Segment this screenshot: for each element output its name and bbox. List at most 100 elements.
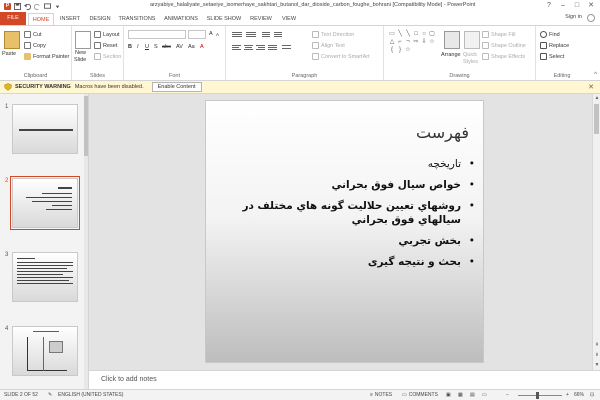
bold-button[interactable]: B bbox=[128, 44, 132, 50]
paste-button[interactable]: Paste bbox=[2, 51, 16, 57]
normal-view-icon[interactable]: ▣ bbox=[446, 392, 451, 398]
proofing-icon[interactable]: ✎ bbox=[48, 392, 52, 398]
brace-shape-icon-2[interactable]: } bbox=[396, 46, 404, 54]
enable-content-button[interactable]: Enable Content bbox=[151, 82, 202, 92]
slideshow-view-icon[interactable]: ▭ bbox=[482, 392, 487, 398]
slide-thumbnail-4[interactable] bbox=[12, 326, 78, 376]
italic-button[interactable]: I bbox=[137, 44, 139, 50]
line-shape-icon-2[interactable]: ╲ bbox=[404, 30, 412, 38]
zoom-slider[interactable] bbox=[518, 395, 562, 396]
shapes-gallery[interactable]: ▭ ╲ ╲ □ ○ ▢ △ ⌐ ¬ ⇨ ⇩ ☆ { } ☆ bbox=[388, 30, 438, 62]
slide-thumbnail-1[interactable] bbox=[12, 104, 78, 154]
replace-button[interactable]: Replace bbox=[540, 42, 569, 49]
select-button[interactable]: Select bbox=[540, 53, 564, 60]
slide-body-placeholder[interactable]: تاريخچه خواص سيال فوق بحراني روشهاي تعيي… bbox=[235, 157, 475, 276]
align-text-button[interactable]: Align Text bbox=[312, 42, 345, 49]
arrow-down-shape-icon[interactable]: ⇩ bbox=[420, 38, 428, 46]
arrange-button[interactable]: Arrange bbox=[441, 52, 461, 58]
underline-button[interactable]: U bbox=[145, 44, 149, 50]
brace-shape-icon[interactable]: { bbox=[388, 46, 396, 54]
reading-view-icon[interactable]: ▤ bbox=[470, 392, 475, 398]
quick-styles-icon[interactable] bbox=[464, 31, 480, 49]
sign-in-link[interactable]: Sign in bbox=[565, 14, 582, 20]
slide-thumbnail-2[interactable] bbox=[10, 176, 80, 230]
powerpoint-app-icon[interactable]: P bbox=[4, 2, 11, 10]
font-name-field[interactable] bbox=[128, 30, 186, 39]
minimize-button[interactable]: – bbox=[556, 0, 570, 11]
triangle-shape-icon[interactable]: △ bbox=[388, 38, 396, 46]
star-shape-icon-2[interactable]: ☆ bbox=[404, 46, 412, 54]
notes-placeholder[interactable]: Click to add notes bbox=[101, 376, 157, 383]
maximize-button[interactable]: □ bbox=[570, 0, 584, 11]
find-button[interactable]: Find bbox=[540, 31, 560, 38]
current-slide[interactable]: فهرست تاريخچه خواص سيال فوق بحراني روشها… bbox=[205, 100, 484, 363]
zoom-slider-knob[interactable] bbox=[536, 392, 539, 399]
zoom-level[interactable]: 66% bbox=[574, 392, 584, 398]
notes-pane[interactable]: Click to add notes bbox=[89, 370, 600, 389]
format-painter-button[interactable]: Format Painter bbox=[24, 53, 69, 60]
fit-slide-icon[interactable]: ⊡ bbox=[590, 392, 594, 398]
tab-home[interactable]: HOME bbox=[28, 13, 54, 25]
language-indicator[interactable]: ENGLISH (UNITED STATES) bbox=[58, 392, 123, 398]
paragraph-format-icons[interactable] bbox=[230, 31, 310, 61]
layout-button[interactable]: Layout bbox=[94, 31, 120, 38]
star-shape-icon[interactable]: ☆ bbox=[428, 38, 436, 46]
rounded-rect-shape-icon[interactable]: ▢ bbox=[428, 30, 436, 38]
new-slide-icon[interactable] bbox=[75, 31, 91, 49]
reset-button[interactable]: Reset bbox=[94, 42, 117, 49]
copy-button[interactable]: Copy bbox=[24, 42, 46, 49]
rectangle-shape-icon[interactable]: □ bbox=[412, 30, 420, 38]
save-icon[interactable] bbox=[14, 2, 21, 10]
change-case-button[interactable]: Aa bbox=[188, 44, 195, 50]
scroll-up-double-icon[interactable]: ⇞ bbox=[594, 342, 600, 348]
font-color-button[interactable]: A bbox=[200, 44, 204, 50]
customize-qat-icon[interactable] bbox=[54, 3, 61, 10]
editor-scrollbar[interactable]: ▲ ⇞ ⇟ ▼ bbox=[592, 94, 600, 370]
comments-toggle[interactable]: ▭ COMMENTS bbox=[402, 392, 438, 398]
cut-button[interactable]: Cut bbox=[24, 31, 42, 38]
zoom-out-icon[interactable]: − bbox=[506, 392, 509, 398]
zoom-in-icon[interactable]: + bbox=[566, 392, 569, 398]
connector-shape-icon[interactable]: ⌐ bbox=[396, 38, 404, 46]
text-box-shape-icon[interactable]: ▭ bbox=[388, 30, 396, 38]
connector-shape-icon-2[interactable]: ¬ bbox=[404, 38, 412, 46]
paste-icon[interactable] bbox=[4, 31, 20, 49]
scroll-down-double-icon[interactable]: ⇟ bbox=[594, 352, 600, 358]
arrange-icon[interactable] bbox=[444, 31, 460, 49]
scroll-up-icon[interactable]: ▲ bbox=[594, 95, 600, 101]
scroll-down-icon[interactable]: ▼ bbox=[594, 362, 600, 368]
collapse-ribbon-icon[interactable]: ^ bbox=[594, 72, 597, 78]
line-shape-icon[interactable]: ╲ bbox=[396, 30, 404, 38]
tab-insert[interactable]: INSERT bbox=[56, 13, 84, 25]
undo-icon[interactable] bbox=[24, 3, 31, 10]
shrink-font-button[interactable]: A bbox=[216, 32, 219, 37]
tab-file[interactable]: FILE bbox=[0, 12, 26, 25]
arrow-right-shape-icon[interactable]: ⇨ bbox=[412, 38, 420, 46]
strikethrough-button[interactable]: abc bbox=[162, 44, 171, 50]
tab-animations[interactable]: ANIMATIONS bbox=[160, 13, 202, 25]
oval-shape-icon[interactable]: ○ bbox=[420, 30, 428, 38]
notes-toggle[interactable]: ≡ NOTES bbox=[370, 392, 392, 398]
font-size-field[interactable] bbox=[188, 30, 206, 39]
new-slide-button[interactable]: New bbox=[75, 50, 86, 56]
grow-font-button[interactable]: A bbox=[209, 31, 213, 37]
quick-styles-button[interactable]: Quick bbox=[463, 52, 477, 58]
slide-title[interactable]: فهرست bbox=[416, 123, 469, 142]
tab-transitions[interactable]: TRANSITIONS bbox=[116, 13, 158, 25]
start-slideshow-icon[interactable] bbox=[44, 2, 51, 10]
close-icon[interactable]: ✕ bbox=[588, 83, 594, 91]
tab-view[interactable]: VIEW bbox=[278, 13, 300, 25]
shape-outline-button[interactable]: Shape Outline bbox=[482, 42, 526, 49]
shape-fill-button[interactable]: Shape Fill bbox=[482, 31, 515, 38]
editor-scroll-thumb[interactable] bbox=[594, 104, 599, 134]
text-direction-button[interactable]: Text Direction bbox=[312, 31, 354, 38]
shape-effects-button[interactable]: Shape Effects bbox=[482, 53, 525, 60]
account-icon[interactable] bbox=[587, 14, 595, 22]
shadow-button[interactable]: S bbox=[154, 44, 158, 50]
help-button[interactable]: ? bbox=[542, 0, 556, 11]
character-spacing-button[interactable]: AV bbox=[176, 44, 183, 50]
tab-design[interactable]: DESIGN bbox=[86, 13, 114, 25]
convert-smartart-button[interactable]: Convert to SmartArt bbox=[312, 53, 370, 60]
slide-sorter-icon[interactable]: ▦ bbox=[458, 392, 463, 398]
tab-review[interactable]: REVIEW bbox=[246, 13, 276, 25]
